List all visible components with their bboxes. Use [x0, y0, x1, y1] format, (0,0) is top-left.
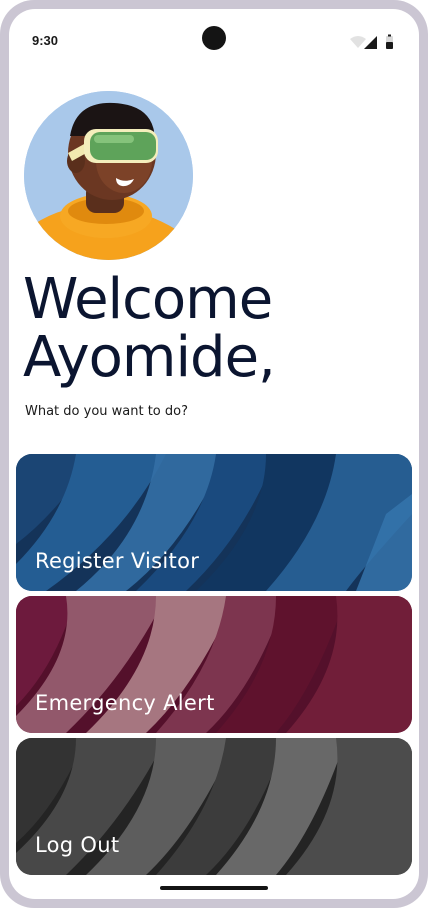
avatar[interactable] [24, 91, 193, 260]
user-name: Ayomide, [23, 325, 276, 390]
status-bar: 9:30 [9, 9, 419, 69]
battery-icon [386, 34, 393, 49]
front-camera [202, 26, 226, 50]
home-indicator[interactable] [160, 886, 268, 890]
status-time: 9:30 [32, 33, 59, 48]
welcome-title: Welcome Ayomide, [23, 271, 413, 387]
emergency-alert-button[interactable]: Emergency Alert [16, 596, 412, 733]
subtitle: What do you want to do? [25, 404, 189, 419]
emergency-alert-label: Emergency Alert [35, 691, 215, 715]
log-out-label: Log Out [35, 833, 120, 857]
phone-screen: 9:30 Welcome Ayomide, What do you want t… [9, 9, 419, 899]
register-visitor-label: Register Visitor [35, 549, 200, 573]
vr-headset-user-avatar [24, 91, 193, 260]
log-out-button[interactable]: Log Out [16, 738, 412, 875]
register-visitor-button[interactable]: Register Visitor [16, 454, 412, 591]
status-icons [350, 34, 393, 49]
wifi-icon [350, 36, 366, 48]
welcome-line: Welcome [23, 267, 273, 332]
cellular-signal-icon [364, 36, 377, 49]
